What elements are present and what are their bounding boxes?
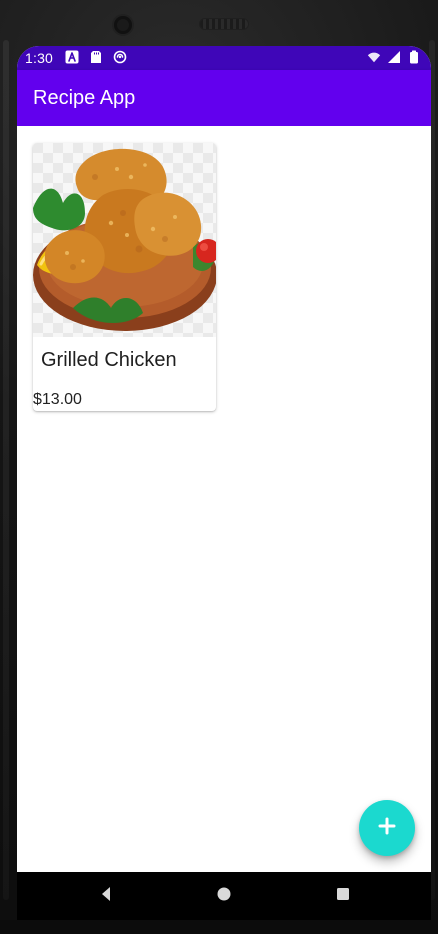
back-button[interactable] (94, 884, 118, 908)
cell-signal-icon (387, 50, 401, 64)
recent-apps-button[interactable] (331, 884, 355, 908)
back-icon (97, 885, 115, 908)
battery-icon (407, 50, 421, 64)
recipe-price: $13.00 (33, 391, 82, 408)
status-right-icons (367, 50, 421, 64)
phone-bottom-bezel (0, 920, 438, 934)
status-bar: 1:30 (17, 46, 431, 70)
front-camera (114, 16, 132, 34)
font-a-icon (65, 50, 79, 64)
recipe-card[interactable]: Grilled Chicken $13.00 (33, 143, 216, 411)
sd-card-icon (89, 50, 103, 64)
wifi-icon (367, 50, 381, 64)
phone-screen: 1:30 Recipe App Grilled Chicken $13.00 (17, 46, 431, 892)
home-button[interactable] (212, 884, 236, 908)
recent-apps-icon (334, 885, 352, 908)
recipe-list: Grilled Chicken $13.00 (17, 126, 431, 872)
fried-chicken-photo (33, 148, 216, 331)
recipe-image (33, 143, 216, 337)
home-icon (215, 885, 233, 908)
phone-top-bezel (0, 0, 438, 46)
sync-icon (113, 50, 127, 64)
top-app-bar: Recipe App (17, 70, 431, 126)
status-time: 1:30 (25, 50, 54, 66)
phone-frame: 1:30 Recipe App Grilled Chicken $13.00 (0, 0, 438, 934)
system-navigation-bar (17, 872, 431, 920)
plus-icon (377, 816, 397, 841)
status-left-icons (65, 50, 127, 64)
earpiece-speaker (200, 19, 248, 29)
recipe-name: Grilled Chicken (41, 349, 177, 371)
add-recipe-fab[interactable] (359, 800, 415, 856)
left-bezel-glare (3, 40, 9, 900)
app-title: Recipe App (33, 87, 136, 109)
